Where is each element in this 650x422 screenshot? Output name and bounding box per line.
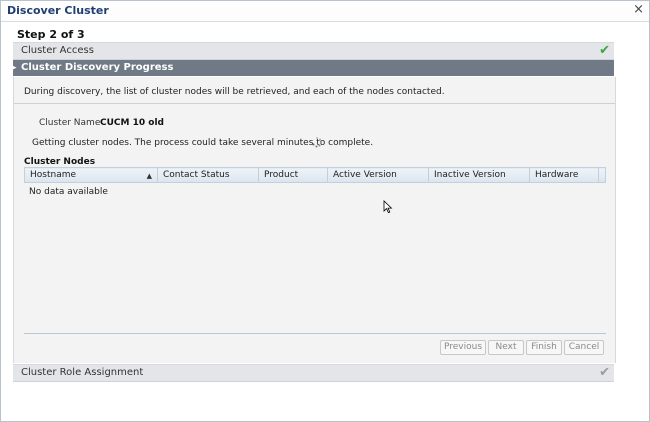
column-header-hardware[interactable]: Hardware <box>529 167 599 183</box>
next-button[interactable]: Next <box>488 340 524 355</box>
previous-button[interactable]: Previous <box>440 340 486 355</box>
column-label: Hostname <box>30 170 77 180</box>
finish-button[interactable]: Finish <box>526 340 562 355</box>
cluster-name-value: CUCM 10 old <box>100 118 164 128</box>
section-label: Cluster Discovery Progress <box>21 62 174 73</box>
empty-table-message: No data available <box>29 187 108 197</box>
column-header-inactive-version[interactable]: Inactive Version <box>428 167 530 183</box>
column-label: Hardware <box>535 170 579 180</box>
column-header-contact-status[interactable]: Contact Status <box>157 167 259 183</box>
discovery-description: During discovery, the list of cluster no… <box>24 87 445 97</box>
divider <box>14 103 615 104</box>
dialog-titlebar: Discover Cluster × <box>1 1 649 22</box>
column-header-product[interactable]: Product <box>258 167 328 183</box>
section-cluster-access[interactable]: Cluster Access ✔ <box>13 42 614 60</box>
cancel-button[interactable]: Cancel <box>564 340 604 355</box>
check-icon: ✔ <box>599 365 610 380</box>
column-label: Active Version <box>333 170 397 180</box>
expand-arrow-icon: ▸ <box>12 63 17 73</box>
column-header-hostname[interactable]: Hostname ▲ <box>24 167 158 183</box>
sort-ascending-icon: ▲ <box>146 172 152 180</box>
check-icon: ✔ <box>599 43 610 58</box>
discovery-panel: During discovery, the list of cluster no… <box>13 77 616 363</box>
dialog-title: Discover Cluster <box>7 4 109 17</box>
cluster-name-label: Cluster Name <box>39 118 101 128</box>
step-indicator: Step 2 of 3 <box>17 28 85 41</box>
divider <box>24 333 606 334</box>
column-header-active-version[interactable]: Active Version <box>327 167 429 183</box>
section-cluster-discovery-progress[interactable]: ▸ Cluster Discovery Progress <box>12 60 614 76</box>
loading-spinner-icon <box>312 137 322 148</box>
column-header-spacer <box>598 167 606 183</box>
column-label: Contact Status <box>163 170 230 180</box>
column-label: Inactive Version <box>434 170 506 180</box>
section-label: Cluster Role Assignment <box>21 367 144 378</box>
cluster-nodes-title: Cluster Nodes <box>24 157 96 167</box>
section-label: Cluster Access <box>21 45 94 56</box>
section-cluster-role-assignment[interactable]: Cluster Role Assignment ✔ <box>13 364 614 382</box>
discover-cluster-dialog: Discover Cluster × Step 2 of 3 Cluster A… <box>0 0 650 422</box>
mouse-pointer-icon <box>383 200 393 214</box>
cluster-nodes-table: Hostname ▲ Contact Status Product Active… <box>24 167 606 183</box>
close-icon[interactable]: × <box>633 2 644 17</box>
column-label: Product <box>264 170 299 180</box>
